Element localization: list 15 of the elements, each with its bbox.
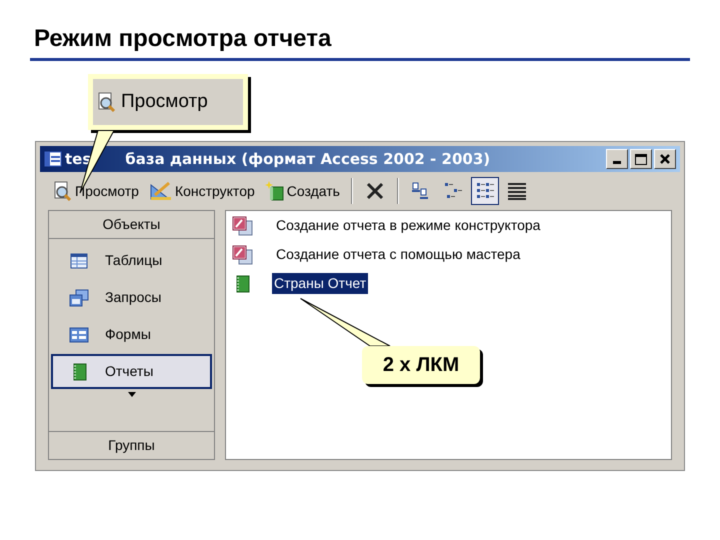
callout-label: 2 х ЛКМ <box>362 346 480 384</box>
preview-button[interactable]: Просмотр <box>93 79 243 125</box>
slide-title: Режим просмотра отчета <box>34 24 332 54</box>
sidebar-item[interactable]: Запросы <box>51 280 212 315</box>
sidebar-item[interactable]: Формы <box>51 317 212 352</box>
toolbar-button[interactable]: Создать <box>262 177 343 205</box>
sidebar-item[interactable]: Таблицы <box>51 243 212 278</box>
window-title: база данных (формат Access 2002 - 2003) <box>125 148 490 170</box>
toolbar-button[interactable]: Конструктор <box>146 177 258 205</box>
panel-footer[interactable]: Группы <box>49 431 214 459</box>
object-item[interactable]: Страны Отчет <box>272 273 368 294</box>
object-item[interactable]: Создание отчета с помощью мастера <box>274 244 522 265</box>
sidebar-item[interactable]: Отчеты <box>51 354 212 389</box>
object-item[interactable]: Создание отчета в режиме конструктора <box>274 215 542 236</box>
panel-header: Объекты <box>49 211 214 239</box>
